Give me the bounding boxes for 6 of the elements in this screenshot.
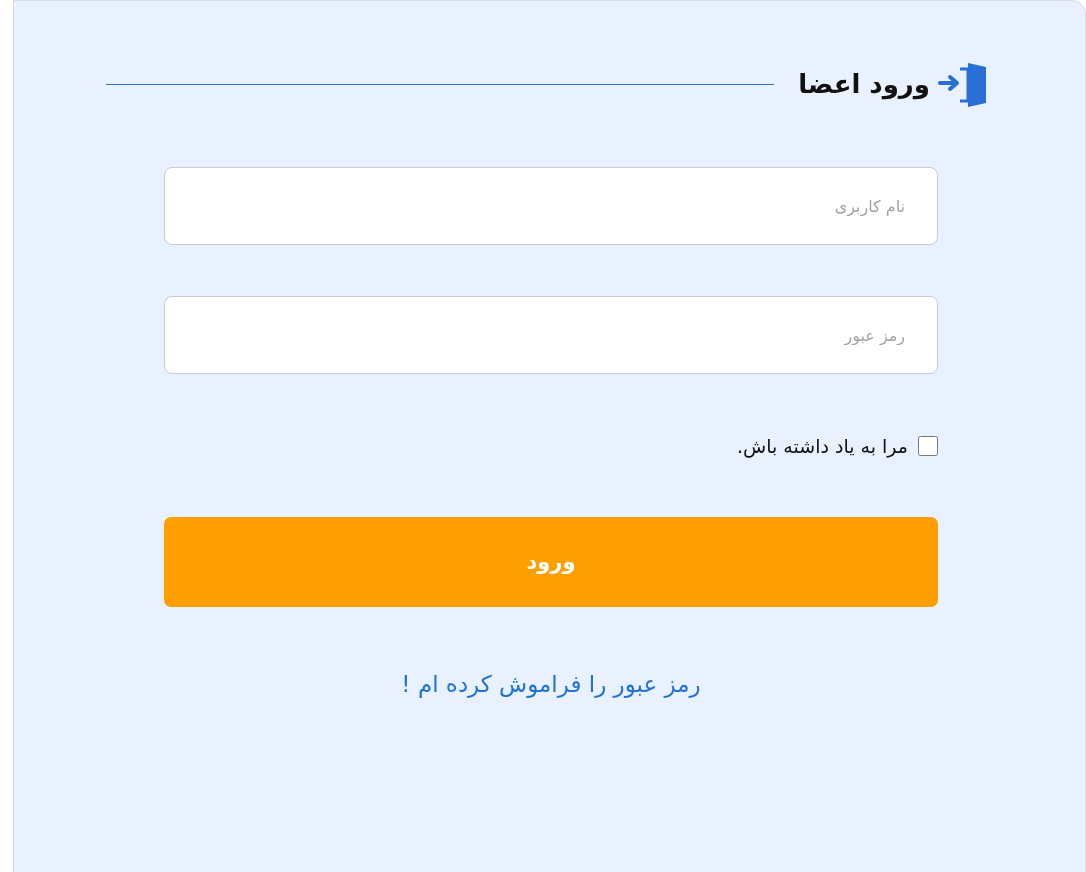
form-title: ورود اعضا bbox=[798, 69, 930, 99]
forgot-password-link[interactable]: رمز عبور را فراموش کرده ام ! bbox=[401, 671, 701, 697]
remember-label: مرا به یاد داشته باش. bbox=[737, 435, 908, 457]
password-field[interactable]: رمز عبور bbox=[164, 296, 938, 374]
remember-checkbox[interactable] bbox=[918, 436, 938, 456]
username-field[interactable]: نام کاربری bbox=[164, 167, 938, 245]
